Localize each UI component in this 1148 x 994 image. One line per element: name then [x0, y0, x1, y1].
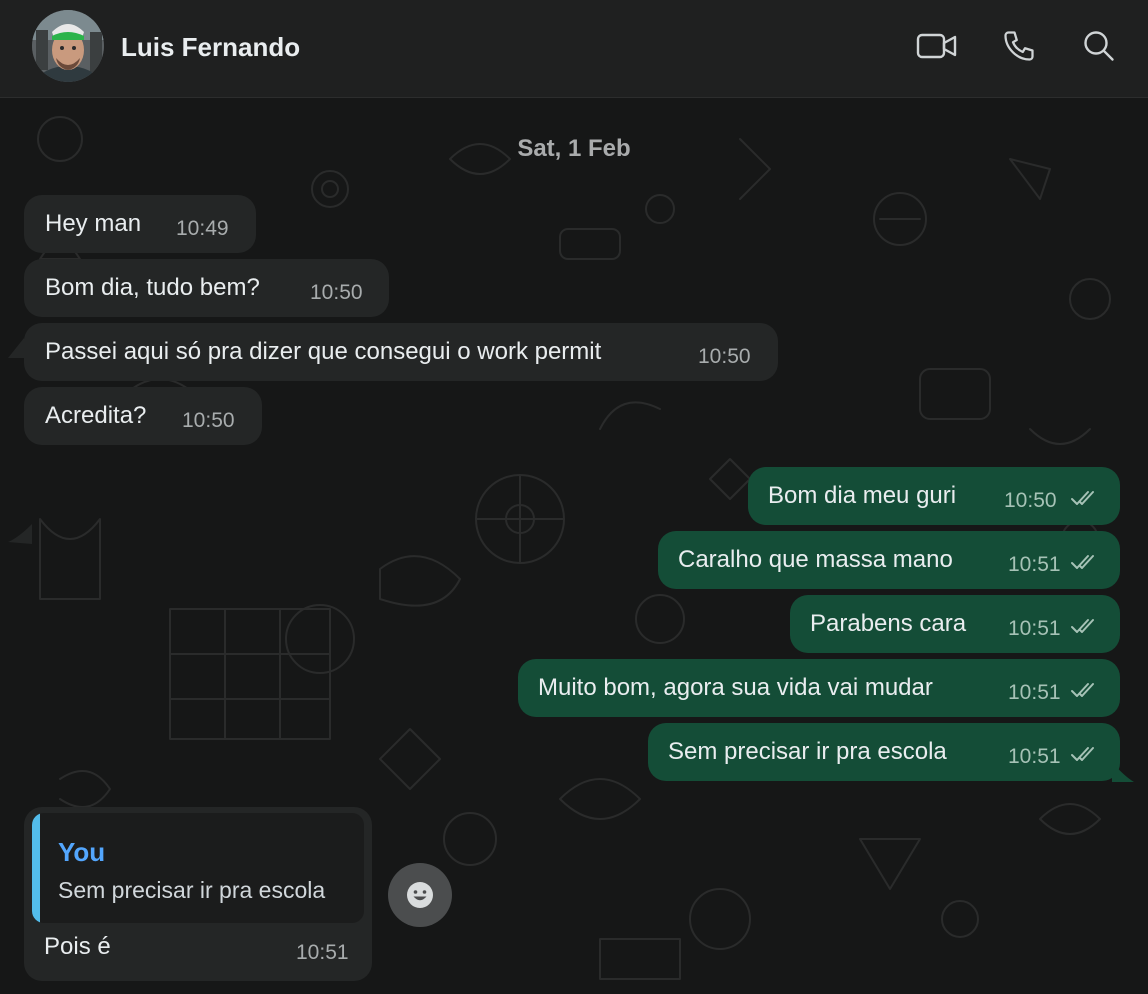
message-text: Passei aqui só pra dizer que consegui o …	[45, 338, 602, 365]
message-time: 10:50	[310, 281, 363, 304]
smiley-icon	[407, 882, 433, 908]
avatar[interactable]	[32, 10, 104, 82]
quoted-message[interactable]: You Sem precisar ir pra escola	[32, 813, 364, 923]
message-time: 10:51	[1008, 745, 1061, 768]
message-text: Sem precisar ir pra escola	[668, 738, 947, 765]
quoted-author: You	[58, 837, 106, 867]
message-text: Bom dia, tudo bem?	[45, 274, 260, 301]
message-incoming-reply[interactable]: You Sem precisar ir pra escola Pois é 10…	[24, 807, 372, 981]
message-outgoing[interactable]: Caralho que massa mano 10:51	[658, 531, 1120, 589]
quote-accent-bar	[32, 813, 40, 923]
chat-area[interactable]: Sat, 1 Feb Hey man 10:49 Bom dia, tudo b…	[0, 99, 1148, 994]
voice-call-icon[interactable]	[998, 28, 1040, 64]
message-time: 10:51	[1008, 681, 1061, 704]
read-ticks-icon	[1071, 491, 1094, 505]
read-ticks-icon	[1071, 619, 1094, 633]
chat-header: Luis Fernando	[0, 0, 1148, 98]
message-incoming[interactable]: Passei aqui só pra dizer que consegui o …	[24, 323, 778, 381]
quoted-text: Sem precisar ir pra escola	[58, 877, 326, 903]
bubble-tail-incoming	[8, 524, 32, 544]
search-icon[interactable]	[1078, 28, 1120, 64]
message-time: 10:51	[296, 941, 349, 964]
read-ticks-icon	[1071, 747, 1094, 761]
message-outgoing[interactable]: Muito bom, agora sua vida vai mudar 10:5…	[518, 659, 1120, 717]
message-time: 10:51	[1008, 617, 1061, 640]
date-separator: Sat, 1 Feb	[517, 135, 631, 162]
video-call-icon[interactable]	[916, 28, 958, 64]
message-text: Caralho que massa mano	[678, 546, 953, 573]
message-text: Pois é	[44, 933, 111, 960]
message-time: 10:51	[1008, 553, 1061, 576]
message-time: 10:50	[698, 345, 751, 368]
message-outgoing[interactable]: Sem precisar ir pra escola 10:51	[648, 723, 1120, 781]
message-time: 10:50	[182, 409, 235, 432]
emoji-reaction-button[interactable]	[388, 863, 452, 927]
message-time: 10:49	[176, 217, 229, 240]
message-text: Bom dia meu guri	[768, 482, 957, 509]
read-ticks-icon	[1071, 683, 1094, 697]
message-time: 10:50	[1004, 489, 1057, 512]
message-incoming[interactable]: Bom dia, tudo bem? 10:50	[24, 259, 389, 317]
message-text: Muito bom, agora sua vida vai mudar	[538, 674, 933, 701]
message-incoming[interactable]: Hey man 10:49	[24, 195, 256, 253]
message-text: Parabens cara	[810, 610, 967, 637]
read-ticks-icon	[1071, 555, 1094, 569]
message-outgoing[interactable]: Bom dia meu guri 10:50	[748, 467, 1120, 525]
message-outgoing[interactable]: Parabens cara 10:51	[790, 595, 1120, 653]
message-text: Hey man	[45, 210, 142, 237]
contact-name[interactable]: Luis Fernando	[121, 32, 300, 63]
message-text: Acredita?	[45, 402, 147, 429]
bubble-tail-outgoing	[1112, 762, 1134, 782]
message-incoming[interactable]: Acredita? 10:50	[24, 387, 262, 445]
